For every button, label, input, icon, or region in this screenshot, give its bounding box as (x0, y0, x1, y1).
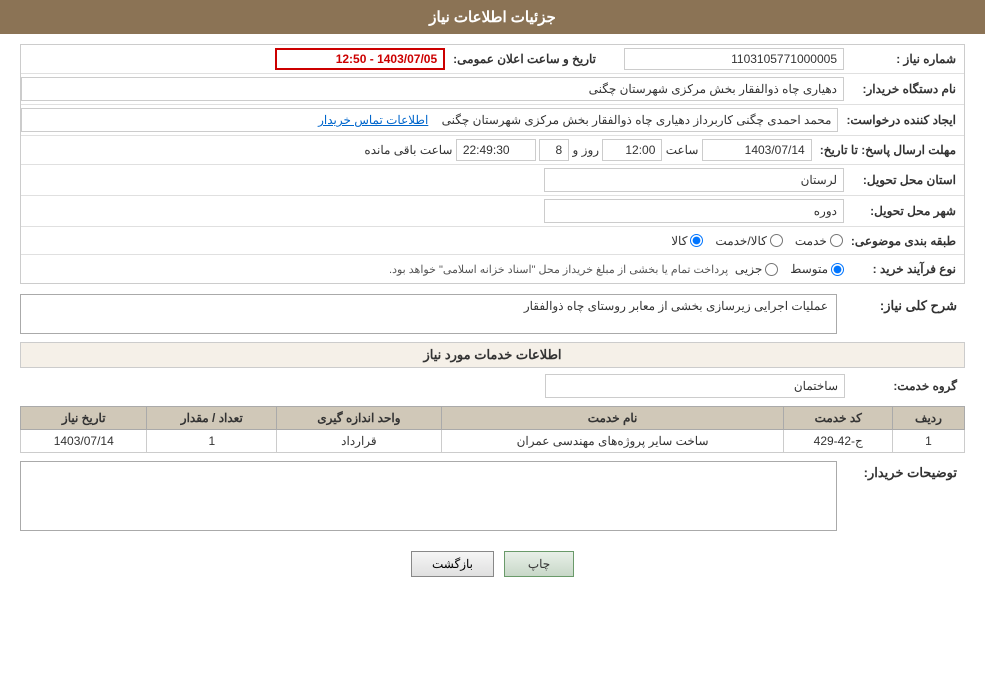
purchase-type-radio-group: متوسط جزیی (735, 262, 844, 276)
page-wrapper: جزئیات اطلاعات نیاز شماره نیاز : 1103105… (0, 0, 985, 691)
category-option-goods[interactable]: کالا (671, 234, 703, 248)
col-header-code: کد خدمت (784, 407, 893, 430)
service-group-row: گروه خدمت: ساختمان (20, 374, 965, 398)
page-header: جزئیات اطلاعات نیاز (0, 0, 985, 34)
print-button[interactable]: چاپ (504, 551, 574, 577)
purchase-note: پرداخت تمام یا بخشی از مبلغ خریداز محل "… (389, 263, 728, 276)
page-title: جزئیات اطلاعات نیاز (429, 9, 556, 26)
deadline-label: مهلت ارسال پاسخ: تا تاریخ: (812, 141, 964, 159)
creator-label: ایجاد کننده درخواست: (838, 111, 964, 129)
row-province: استان محل تحویل: لرستان (21, 165, 964, 196)
deadline-remaining: 22:49:30 (456, 139, 536, 161)
buyer-notes-input[interactable] (20, 461, 837, 531)
main-content: شماره نیاز : 1103105771000005 تاریخ و سا… (0, 34, 985, 597)
buyer-org-value: دهیاری چاه ذوالفقار بخش مرکزی شهرستان چگ… (21, 77, 844, 101)
col-header-row: ردیف (892, 407, 964, 430)
row-city: شهر محل تحویل: دوره (21, 196, 964, 227)
need-number-label: شماره نیاز : (844, 50, 964, 68)
description-row: شرح کلی نیاز: عملیات اجرایی زیرسازی بخشی… (20, 294, 965, 334)
category-option-goods-service[interactable]: کالا/خدمت (715, 234, 782, 248)
back-button[interactable]: بازگشت (411, 551, 494, 577)
city-label: شهر محل تحویل: (844, 202, 964, 220)
deadline-remaining-label: ساعت باقی مانده (364, 143, 452, 157)
deadline-time: 12:00 (602, 139, 662, 161)
col-header-name: نام خدمت (441, 407, 784, 430)
row-number-date: شماره نیاز : 1103105771000005 تاریخ و سا… (21, 45, 964, 74)
description-label: شرح کلی نیاز: (845, 294, 965, 316)
table-row: 1ج-42-429ساخت سایر پروژه‌های مهندسی عمرا… (21, 430, 965, 453)
need-number-value: 1103105771000005 (624, 48, 844, 70)
row-buyer-org: نام دستگاه خریدار: دهیاری چاه ذوالفقار ب… (21, 74, 964, 105)
buyer-notes-row: توضیحات خریدار: (20, 461, 965, 531)
services-section-title: اطلاعات خدمات مورد نیاز (20, 342, 965, 368)
deadline-time-label: ساعت (666, 143, 699, 157)
province-value: لرستان (544, 168, 844, 192)
col-header-date: تاریخ نیاز (21, 407, 147, 430)
deadline-days-label: روز و (573, 143, 600, 157)
date-label: تاریخ و ساعت اعلان عمومی: (445, 50, 604, 68)
col-header-unit: واحد اندازه گیری (277, 407, 441, 430)
deadline-date: 1403/07/14 (702, 139, 812, 161)
services-table: ردیف کد خدمت نام خدمت واحد اندازه گیری ت… (20, 406, 965, 453)
contact-link[interactable]: اطلاعات تماس خریدار (318, 113, 428, 127)
buyer-notes-label: توضیحات خریدار: (845, 461, 965, 483)
row-deadline: مهلت ارسال پاسخ: تا تاریخ: 1403/07/14 سا… (21, 136, 964, 165)
creator-value: محمد احمدی چگنی کاربرداز دهیاری چاه ذوال… (21, 108, 838, 132)
deadline-days: 8 (539, 139, 569, 161)
row-creator: ایجاد کننده درخواست: محمد احمدی چگنی کار… (21, 105, 964, 136)
category-option-service[interactable]: خدمت (795, 234, 843, 248)
main-form-section: شماره نیاز : 1103105771000005 تاریخ و سا… (20, 44, 965, 284)
description-value: عملیات اجرایی زیرسازی بخشی از معابر روست… (20, 294, 837, 334)
purchase-type-label: نوع فرآیند خرید : (844, 260, 964, 278)
col-header-qty: تعداد / مقدار (147, 407, 277, 430)
category-radio-group: خدمت کالا/خدمت کالا (671, 234, 843, 248)
row-category: طبقه بندی موضوعی: خدمت کالا/خدمت کالا (21, 227, 964, 255)
city-value: دوره (544, 199, 844, 223)
purchase-type-medium[interactable]: متوسط (790, 262, 844, 276)
date-value: 1403/07/05 - 12:50 (275, 48, 445, 70)
button-area: چاپ بازگشت (20, 541, 965, 587)
purchase-type-small[interactable]: جزیی (735, 262, 778, 276)
province-label: استان محل تحویل: (844, 171, 964, 189)
category-label: طبقه بندی موضوعی: (843, 232, 964, 250)
buyer-org-label: نام دستگاه خریدار: (844, 80, 964, 98)
row-purchase-type: نوع فرآیند خرید : متوسط جزیی پرداخت تمام… (21, 255, 964, 283)
service-group-label: گروه خدمت: (845, 377, 965, 395)
service-group-value: ساختمان (545, 374, 845, 398)
